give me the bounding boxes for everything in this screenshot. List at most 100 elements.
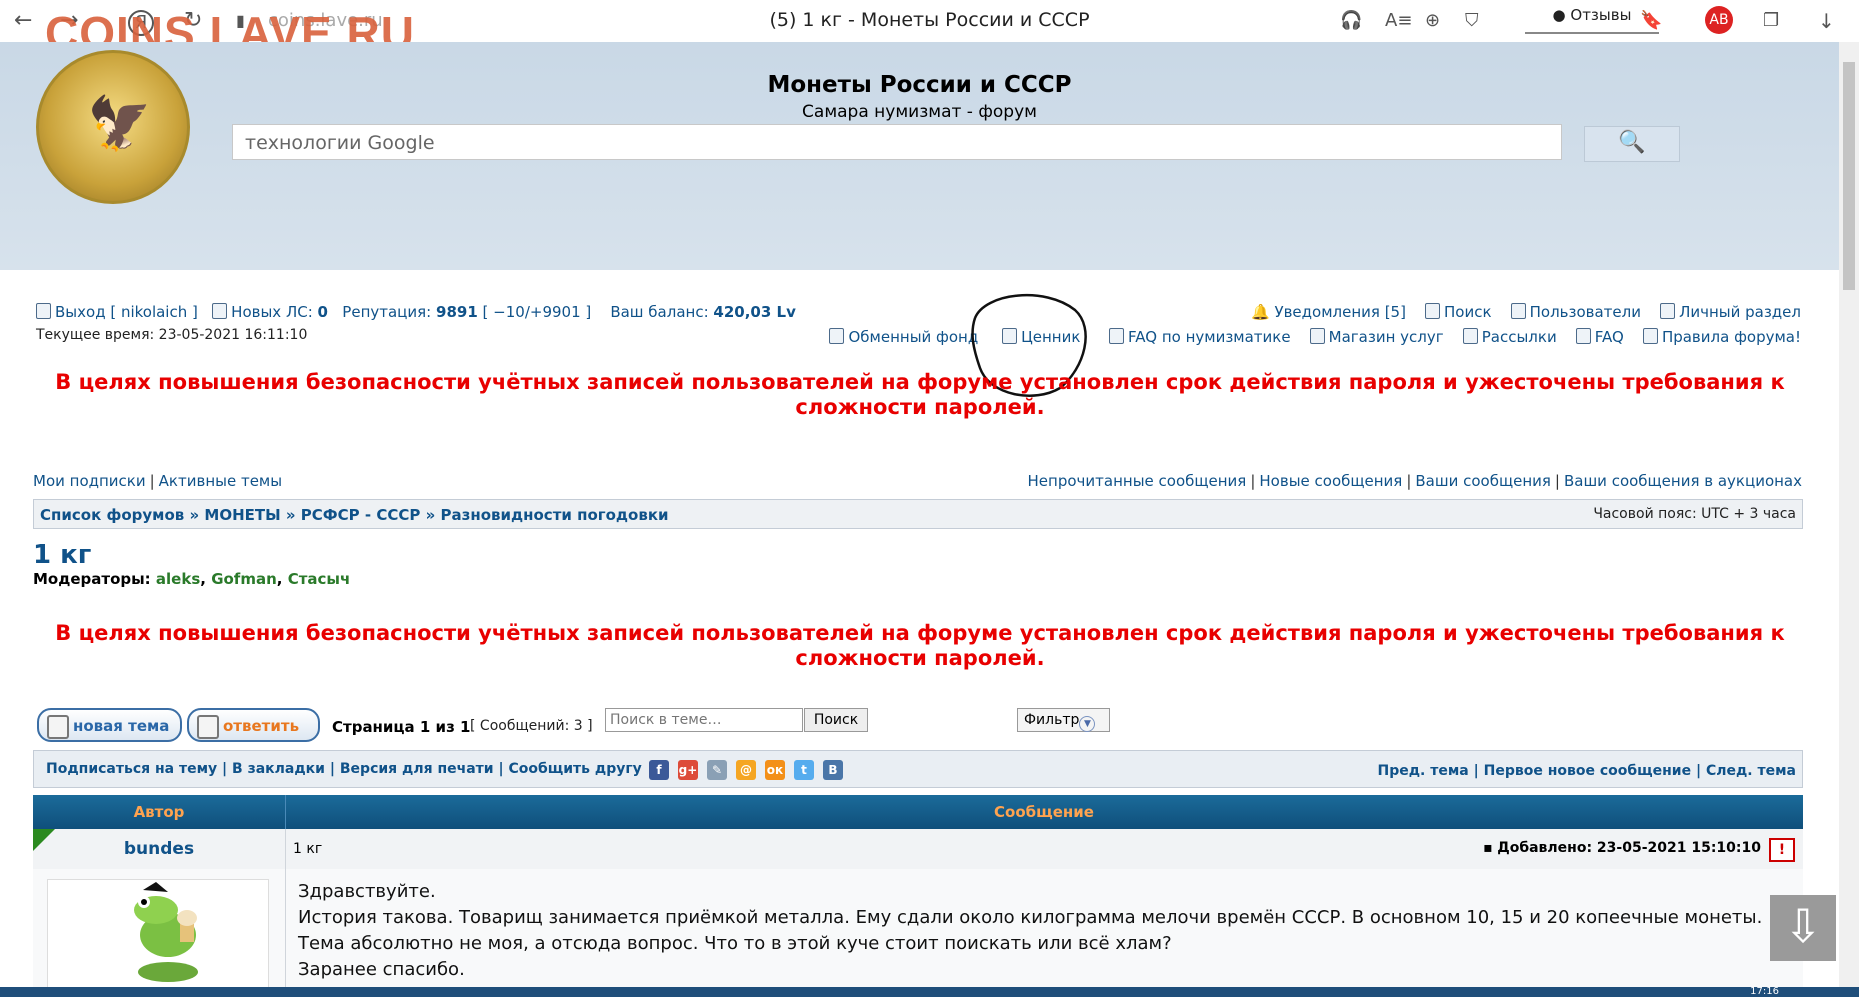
reviews-button[interactable]: ● Отзывы [1525,2,1659,34]
taskbar [0,987,1859,997]
faq-link[interactable]: FAQ [1575,328,1624,346]
personal-link[interactable]: Личный раздел [1660,303,1801,321]
mailru-share-icon[interactable]: @ [736,760,756,780]
security-alert-bottom: В целях повышения безопасности учётных з… [55,621,1785,670]
mailings-link[interactable]: Рассылки [1462,328,1557,346]
post-date: ▪ Добавлено: 23-05-2021 15:10:10 [1483,840,1761,856]
scrollbar-thumb[interactable] [1843,62,1855,290]
moderator-link[interactable]: Стасыч [288,570,351,588]
reply-button[interactable]: ответить [187,708,320,742]
active-topics-link[interactable]: Активные темы [159,472,282,490]
logout-link[interactable]: Выход [ nikolaich ] [36,303,198,321]
shop-icon [1309,328,1325,344]
post-column-divider [285,829,286,987]
new-pm-link[interactable]: Новых ЛС: 0 [212,303,328,321]
site-header: 🦅 Монеты России и СССР Самара нумизмат -… [0,42,1839,270]
bookmark-link[interactable]: В закладки [232,761,325,777]
extensions-icon[interactable]: ⛉ [1465,8,1479,34]
livejournal-share-icon[interactable]: ✎ [707,760,727,780]
moderator-link[interactable]: aleks [156,570,200,588]
messages-count: [ Сообщений: 3 ] [470,718,593,734]
topic-tools-bar: Подписаться на тему | В закладки | Верси… [33,750,1803,788]
first-new-message-link[interactable]: Первое новое сообщение [1484,763,1691,779]
google-search-input[interactable]: технологии Google [232,124,1562,160]
my-subscriptions-link[interactable]: Мои подписки [33,472,146,490]
balance[interactable]: Ваш баланс: 420,03 Lv [610,303,796,321]
filter-button[interactable]: Фильтр ▼ [1017,708,1110,732]
mail-icon [1462,328,1478,344]
subscribe-link[interactable]: Подписаться на тему [46,761,217,777]
chevron-down-icon: ▼ [1079,716,1096,732]
reputation[interactable]: Репутация: 9891 [ −10/+9901 ] [342,303,591,321]
new-topic-button[interactable]: новая тема [37,708,182,742]
breadcrumb-varieties[interactable]: Разновидности погодовки [441,506,669,524]
crocodile-avatar-image [134,882,198,982]
zoom-icon[interactable]: ⊕ [1425,8,1440,34]
unread-messages-link[interactable]: Непрочитанные сообщения [1028,472,1247,490]
search-placeholder: технологии Google [245,132,435,154]
search-icon [1425,303,1441,319]
reply-icon [197,715,219,739]
googleplus-share-icon[interactable]: g+ [678,760,698,780]
post-subject: 1 кг [293,841,323,857]
adblock-icon[interactable]: AB [1705,6,1733,34]
your-messages-link[interactable]: Ваши сообщения [1415,472,1551,490]
reader-icon[interactable]: A≡ [1385,8,1412,34]
list-icon [829,328,845,344]
print-link[interactable]: Версия для печати [340,761,494,777]
logout-icon [36,303,51,319]
topic-tools-left: Подписаться на тему | В закладки | Верси… [46,761,642,777]
tell-friend-link[interactable]: Сообщить другу [508,761,641,777]
report-icon[interactable]: ! [1769,838,1795,862]
notifications-link[interactable]: 🔔 Уведомления [5] [1251,303,1406,321]
avatar[interactable] [47,879,269,989]
collections-icon[interactable]: ❐ [1763,8,1779,34]
user-bar-left: Выход [ nikolaich ] Новых ЛС: 0 Репутаци… [36,303,796,321]
faq-numismatics-link[interactable]: FAQ по нумизматике [1109,328,1291,346]
bookmark-icon[interactable]: 🔖 [1640,8,1662,34]
subnav-right: Непрочитанные сообщения | Новые сообщения |… [1027,472,1802,490]
twitter-share-icon[interactable]: t [794,760,814,780]
rules-link[interactable]: Правила форума! [1642,328,1801,346]
prev-topic-link[interactable]: Пред. тема [1378,763,1469,779]
site-subtitle: Самара нумизмат - форум [802,102,1037,122]
odnoklassniki-share-icon[interactable]: ок [765,760,785,780]
breadcrumb: Список форумов » МОНЕТЫ » РСФСР - СССР »… [40,506,669,524]
breadcrumb-coins[interactable]: МОНЕТЫ [204,506,280,524]
site-title: Монеты России и СССР [767,72,1072,98]
facebook-share-icon[interactable]: f [649,760,669,780]
topic-search-button[interactable]: Поиск [804,708,868,732]
pm-icon [212,303,228,319]
timezone: Часовой пояс: UTC + 3 часа [1593,506,1796,522]
users-link[interactable]: Пользователи [1510,303,1641,321]
message-column-header: Сообщение [994,803,1094,821]
user-bar-right: 🔔 Уведомления [5] Поиск Пользователи Лич… [1251,303,1801,321]
warning-icon [1642,328,1658,344]
headphones-icon[interactable]: 🎧 [1340,8,1362,34]
moderator-link[interactable]: Gofman [211,570,277,588]
breadcrumb-rsfsr[interactable]: РСФСР - СССР [301,506,421,524]
security-alert-top: В целях повышения безопасности учётных з… [55,370,1785,419]
auction-messages-link[interactable]: Ваши сообщения в аукционах [1564,472,1802,490]
posts-table-header: Автор Сообщение [33,795,1803,829]
browser-toolbar: ← → Я ↻ ▮ coins.lave.ru COINS.LAVE.RU (5… [0,0,1859,59]
post-author[interactable]: bundes [33,839,285,859]
scroll-down-arrow-icon[interactable]: ⇩ [1770,895,1836,961]
vk-share-icon[interactable]: В [823,760,843,780]
download-icon[interactable]: ↓ [1818,8,1835,34]
current-time: Текущее время: 23-05-2021 16:11:10 [36,327,308,343]
breadcrumb-forums[interactable]: Список форумов [40,506,184,524]
exchange-link[interactable]: Обменный фонд [829,328,978,346]
users-icon [1510,303,1526,319]
google-search-button[interactable]: 🔍 [1584,126,1680,162]
topic-title[interactable]: 1 кг [33,540,91,570]
post-header: bundes 1 кг ▪ Добавлено: 23-05-2021 15:1… [33,829,1803,870]
search-link[interactable]: Поиск [1425,303,1492,321]
search-icon: 🔍 [1618,130,1646,155]
scrollbar[interactable] [1839,42,1859,987]
new-messages-link[interactable]: Новые сообщения [1259,472,1402,490]
topic-search-input[interactable] [605,708,803,732]
post-body: Здравствуйте. История такова. Товарищ за… [33,869,1803,989]
next-topic-link[interactable]: След. тема [1706,763,1796,779]
services-link[interactable]: Магазин услуг [1309,328,1444,346]
